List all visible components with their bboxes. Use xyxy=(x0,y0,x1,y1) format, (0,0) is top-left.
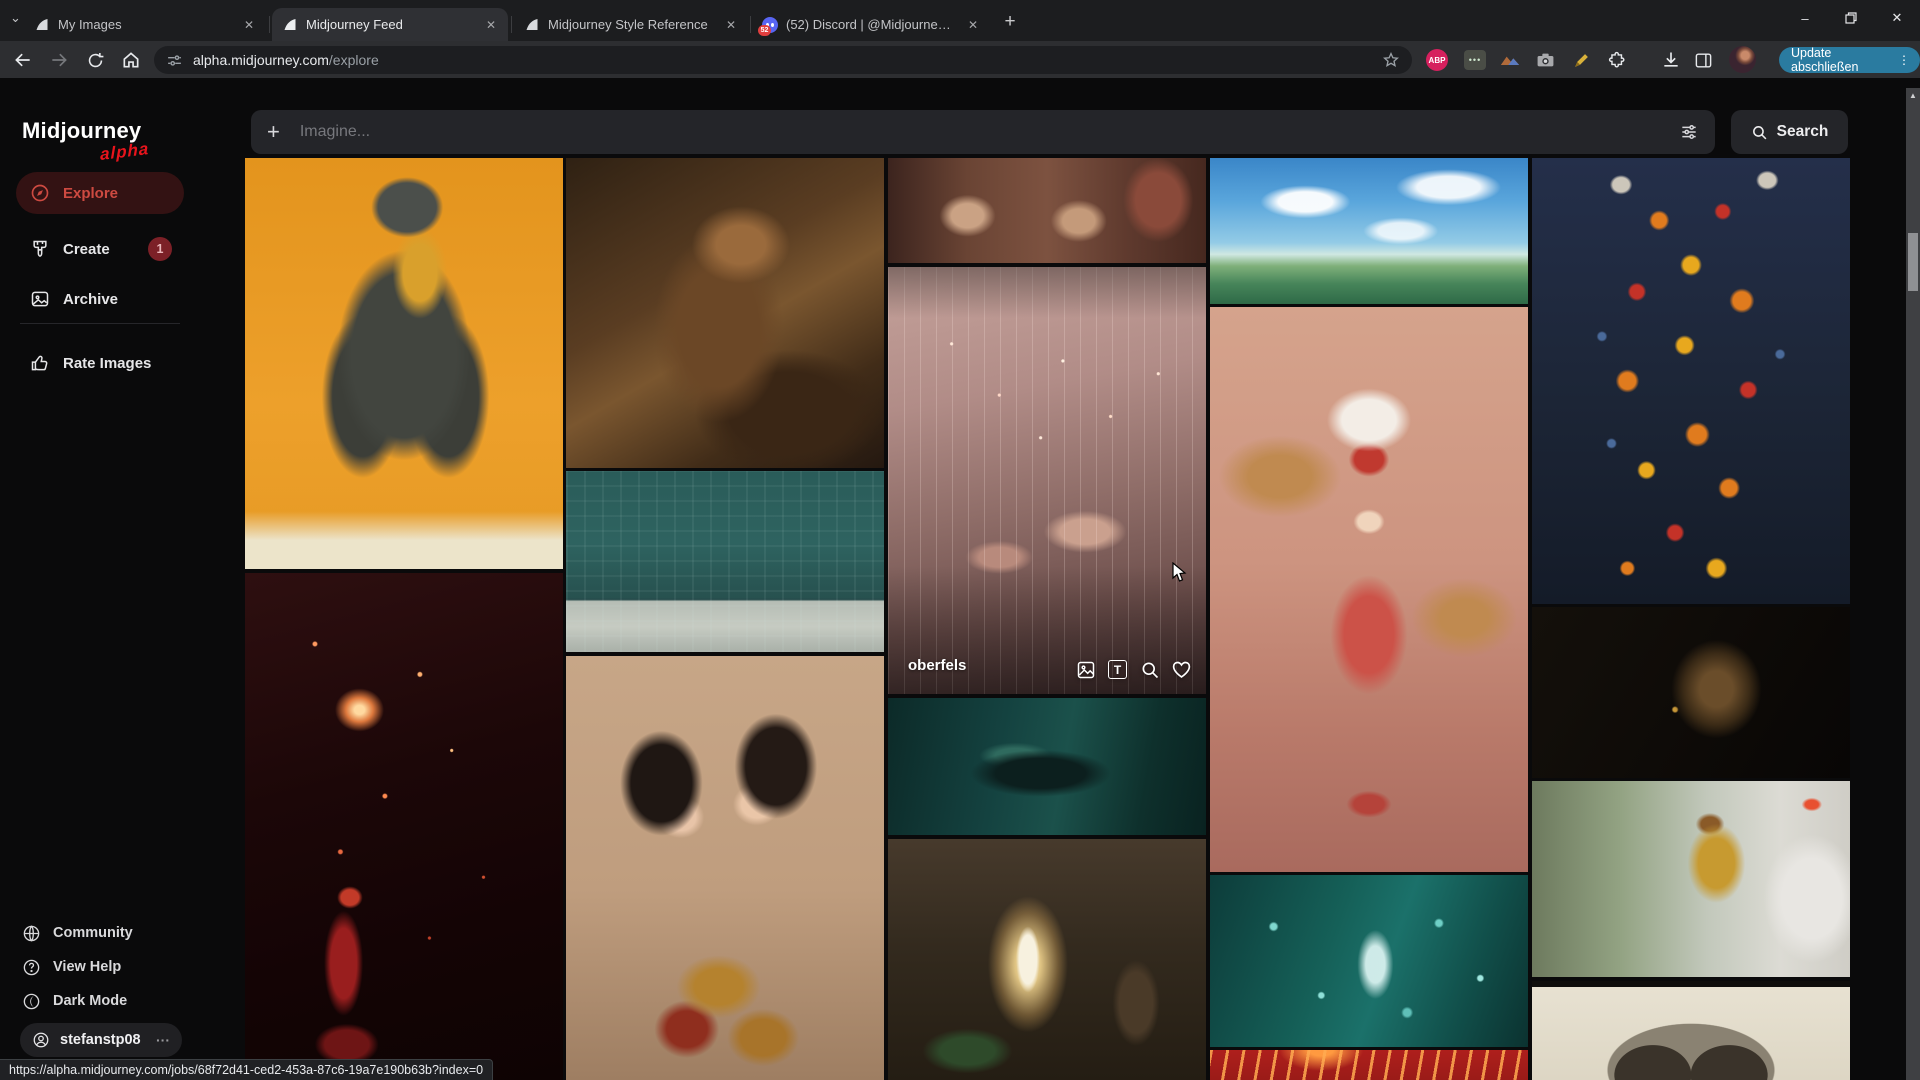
search-button[interactable]: Search xyxy=(1731,110,1848,154)
sidebar-item-rate-images[interactable]: Rate Images xyxy=(16,342,184,384)
brush-icon xyxy=(30,239,50,259)
window-minimize-button[interactable]: – xyxy=(1782,0,1828,36)
thumbs-up-icon xyxy=(30,353,50,373)
create-count-badge: 1 xyxy=(148,237,172,261)
image-tile-gold-face[interactable] xyxy=(1532,607,1850,778)
tab-midjourney-feed[interactable]: Midjourney Feed ✕ xyxy=(272,8,508,41)
tab-strip: ⌄ My Images ✕ Midjourney Feed ✕ Midjourn… xyxy=(0,0,1920,41)
update-browser-button[interactable]: Update abschließen ⋮ xyxy=(1779,46,1920,74)
window-restore-button[interactable] xyxy=(1828,0,1874,36)
discord-unread-badge: 52 xyxy=(758,24,771,36)
user-more-icon[interactable]: ··· xyxy=(156,1032,170,1048)
moon-icon xyxy=(22,992,41,1011)
use-image-icon[interactable] xyxy=(1075,659,1096,680)
tab-search-chevron-icon[interactable]: ⌄ xyxy=(10,10,21,26)
question-icon xyxy=(22,958,41,977)
image-tile-dragon-girl[interactable] xyxy=(1210,307,1528,872)
back-button[interactable] xyxy=(8,45,38,75)
mountain-extension-icon[interactable] xyxy=(1498,48,1522,72)
like-heart-icon[interactable] xyxy=(1171,659,1192,680)
close-tab-icon[interactable]: ✕ xyxy=(240,16,258,34)
url-text: alpha.midjourney.com/explore xyxy=(193,52,379,68)
image-tile-vintage-frame[interactable] xyxy=(1532,981,1850,1080)
image-tile-teal-hourglass[interactable] xyxy=(1210,875,1528,1047)
home-button[interactable] xyxy=(116,45,146,75)
midjourney-favicon xyxy=(34,17,50,33)
image-tile-floral-skeleton[interactable] xyxy=(1532,158,1850,604)
reload-button[interactable] xyxy=(80,45,110,75)
browser-window: oberfels T Midjourney alpha Explore Crea… xyxy=(0,0,1920,1080)
midjourney-logo[interactable]: Midjourney xyxy=(22,118,141,144)
close-tab-icon[interactable]: ✕ xyxy=(482,16,500,34)
tile-author-link[interactable]: oberfels xyxy=(908,657,966,674)
downloads-icon[interactable] xyxy=(1659,48,1683,72)
username-label: stefanstp08 xyxy=(60,1032,141,1048)
tab-my-images[interactable]: My Images ✕ xyxy=(24,8,266,41)
sidebar-item-view-help[interactable]: View Help xyxy=(22,952,121,982)
imagine-input[interactable] xyxy=(297,122,1679,142)
sidebar-item-archive[interactable]: Archive xyxy=(16,278,184,320)
hovered-tile-overlay[interactable]: oberfels T xyxy=(888,267,1206,694)
use-prompt-icon[interactable]: T xyxy=(1107,659,1128,680)
page-scrollbar-thumb[interactable] xyxy=(1908,233,1918,291)
sidebar-item-explore[interactable]: Explore xyxy=(16,172,184,214)
image-tile-ev-charging[interactable] xyxy=(1532,781,1850,977)
adblock-extension-icon[interactable]: ABP xyxy=(1426,49,1448,71)
sidebar-divider xyxy=(20,323,180,324)
status-bar-link-preview: https://alpha.midjourney.com/jobs/68f72d… xyxy=(0,1059,494,1080)
image-tile-women-gifts[interactable] xyxy=(566,656,884,1080)
sidebar: Midjourney alpha Explore Create 1 Archiv… xyxy=(0,78,245,1080)
filters-icon[interactable] xyxy=(1679,122,1699,142)
mouse-cursor xyxy=(1172,562,1189,584)
close-tab-icon[interactable]: ✕ xyxy=(722,16,740,34)
new-tab-button[interactable]: + xyxy=(996,8,1024,36)
browser-menu-kebab-icon[interactable]: ⋮ xyxy=(1898,53,1910,67)
midjourney-favicon xyxy=(282,17,298,33)
site-settings-icon[interactable] xyxy=(166,52,183,69)
zoom-search-icon[interactable] xyxy=(1139,659,1160,680)
pen-extension-icon[interactable] xyxy=(1569,48,1593,72)
image-tile-elephant-warrior[interactable] xyxy=(245,158,563,569)
discord-favicon: 52 xyxy=(758,16,778,36)
window-controls: – ✕ xyxy=(1782,0,1920,36)
search-icon xyxy=(1751,124,1768,141)
image-icon xyxy=(30,289,50,309)
side-panel-icon[interactable] xyxy=(1691,48,1715,72)
browser-profile-avatar[interactable] xyxy=(1729,46,1756,73)
browser-toolbar: alpha.midjourney.com/explore ABP ••• Upd… xyxy=(0,41,1920,78)
forward-button[interactable] xyxy=(44,45,74,75)
image-tile-firework-girl[interactable] xyxy=(245,573,563,1080)
camera-extension-icon[interactable] xyxy=(1533,48,1557,72)
image-tile-sky-valley[interactable] xyxy=(1210,158,1528,304)
user-account-button[interactable]: stefanstp08 ··· xyxy=(20,1023,182,1057)
tab-discord[interactable]: 52 (52) Discord | @Midjourney Bot ✕ xyxy=(752,8,990,41)
address-bar[interactable]: alpha.midjourney.com/explore xyxy=(154,46,1412,74)
extensions-puzzle-icon[interactable] xyxy=(1605,48,1629,72)
tab-separator xyxy=(511,16,512,33)
imagine-bar[interactable]: + xyxy=(251,110,1715,154)
close-tab-icon[interactable]: ✕ xyxy=(964,16,982,34)
image-tile-red-banner[interactable] xyxy=(1210,1050,1528,1080)
tab-separator xyxy=(750,16,751,33)
compass-icon xyxy=(30,183,50,203)
tab-separator xyxy=(269,16,270,33)
bookmark-star-icon[interactable] xyxy=(1382,51,1400,69)
image-tile-teal-chalkboard[interactable] xyxy=(566,471,884,652)
user-avatar-icon xyxy=(32,1031,50,1049)
image-tile-diorama-ruins[interactable] xyxy=(888,158,1206,263)
globe-icon xyxy=(22,924,41,943)
scrollbar-up-arrow[interactable]: ▲ xyxy=(1906,88,1920,102)
sidebar-item-community[interactable]: Community xyxy=(22,918,133,948)
midjourney-favicon xyxy=(524,17,540,33)
image-tile-mary-shrine[interactable] xyxy=(888,839,1206,1080)
dots-extension-icon[interactable]: ••• xyxy=(1464,50,1486,70)
sidebar-item-dark-mode[interactable]: Dark Mode xyxy=(22,986,127,1016)
image-tile-teal-ship[interactable] xyxy=(888,698,1206,835)
window-close-button[interactable]: ✕ xyxy=(1874,0,1920,36)
add-image-icon[interactable]: + xyxy=(267,119,280,145)
tab-style-reference[interactable]: Midjourney Style Reference ✕ xyxy=(514,8,748,41)
image-tile-bronze-sculpture[interactable] xyxy=(566,158,884,468)
